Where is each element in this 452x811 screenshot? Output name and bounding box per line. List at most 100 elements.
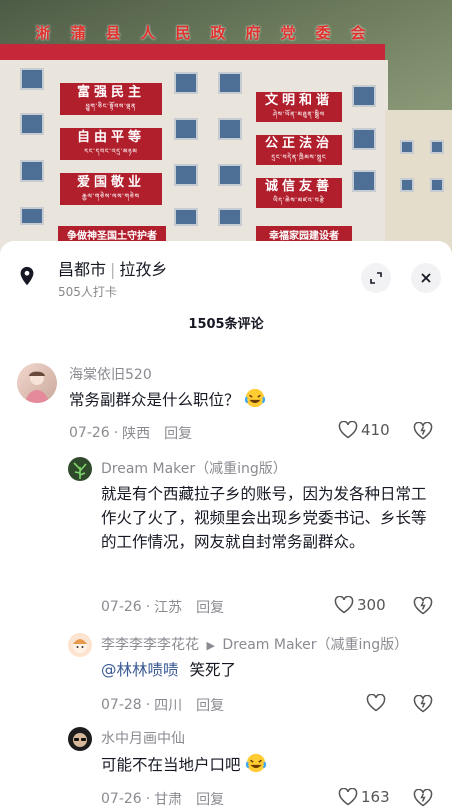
window: [20, 68, 44, 90]
expand-button[interactable]: [361, 263, 391, 293]
like-count: 163: [361, 788, 390, 806]
window: [218, 164, 242, 186]
slogan-text: 富强民主: [76, 85, 145, 100]
comment-reply-item: 李李李李李花花 ▶ Dream Maker（减重ing版） @林林啧啧 笑死了 …: [0, 631, 452, 723]
plant-avatar-icon: [73, 462, 87, 479]
avatar[interactable]: [68, 727, 92, 751]
avatar[interactable]: [17, 363, 57, 403]
dislike-button[interactable]: [413, 695, 433, 713]
window: [352, 85, 376, 107]
slogan-tibetan: རང་དབང་འདྲ་མཉམ: [84, 148, 138, 155]
location-title: 昌都市 | 拉孜乡: [58, 259, 167, 281]
comment-region: 甘肃: [154, 792, 183, 808]
comment-date: 07-28: [101, 697, 142, 713]
comment-body: 常务副群众是什么职位？: [69, 391, 240, 409]
meta-separator: ·: [145, 697, 151, 713]
roof-sign-char: 委: [315, 23, 332, 42]
slogan-banner-right: 幸福家园建设者: [256, 226, 352, 242]
like-count: 410: [361, 421, 390, 439]
dislike-button[interactable]: [413, 597, 433, 615]
reply-button[interactable]: 回复: [164, 423, 192, 443]
comment-date: 07-26: [69, 425, 110, 441]
roof-sign-char: 会: [350, 23, 367, 42]
laughing-crying-icon: [245, 388, 266, 408]
heart-icon: [366, 694, 386, 712]
cartoon-avatar-icon: [73, 639, 87, 653]
avatar[interactable]: [68, 633, 92, 657]
comment-username[interactable]: 李李李李李花花: [101, 637, 199, 653]
slogan-text: 自由平等: [76, 130, 145, 145]
slogan-text: 公正法治: [264, 136, 333, 151]
expand-icon: [370, 272, 382, 284]
roof-sign-char: 党: [280, 23, 297, 42]
slogan-plate: 公正法治 དྲང་བདེན་ཁྲིམས་སྲུང: [256, 135, 342, 165]
slogan-plate: 诚信友善 ཡིད་ཆེས་མཛའ་བརྩེ: [256, 178, 342, 208]
comment-username[interactable]: 海棠依旧520: [69, 364, 152, 384]
window: [174, 164, 198, 186]
comment-meta: 07-26 · 江苏 回复: [101, 597, 224, 617]
comment-sheet: 昌都市 | 拉孜乡 505人打卡 1505条评论 海棠依旧520 常务副群众是什么职…: [0, 241, 452, 811]
window: [400, 140, 414, 154]
slogan-plate: 爱国敬业 རྒྱལ་གཅེས་ལས་གཅེས: [60, 173, 162, 205]
location-text: 昌都市 | 拉孜乡 505人打卡: [58, 259, 167, 300]
dislike-button[interactable]: [413, 422, 433, 440]
window: [400, 178, 414, 192]
window: [20, 207, 44, 225]
window: [352, 128, 376, 150]
slogan-text: 文明和谐: [264, 93, 333, 108]
slogan-tibetan: རྒྱལ་གཅེས་ལས་གཅེས: [82, 193, 140, 200]
comment-username[interactable]: 水中月画中仙: [101, 728, 185, 748]
slogan-tibetan: ཕྱུག་ཅིང་སྟོབས་ལྡན: [85, 103, 137, 110]
background-photo: 淅 蒲 县 人 民 政 府 党 委 会 富强民主 ཕྱུག་ཅིང་སྟོབས་…: [0, 0, 452, 255]
roof-sign-char: 府: [245, 23, 262, 42]
roof-sign-char: 民: [175, 23, 192, 42]
like-button[interactable]: 410: [338, 421, 390, 439]
window: [430, 178, 444, 192]
comment-body: 就是有个西藏拉子乡的账号，因为发各种日常工作火了火了，视频里会出现乡党委书记、乡…: [101, 485, 427, 551]
like-button[interactable]: 163: [338, 788, 390, 806]
like-count: 300: [357, 596, 386, 614]
window: [218, 208, 242, 226]
comment-region: 四川: [154, 698, 183, 714]
roof-sign-char: 蒲: [70, 23, 87, 42]
meta-separator: ·: [113, 425, 119, 441]
roof-sign-char: 政: [210, 23, 227, 42]
window: [20, 160, 44, 182]
roof-sign-char: 人: [140, 23, 157, 42]
reply-button[interactable]: 回复: [196, 597, 224, 617]
slogan-plate: 富强民主 ཕྱུག་ཅིང་སྟོབས་ལྡན: [60, 83, 162, 115]
reply-to-username[interactable]: Dream Maker（减重ing版）: [222, 637, 408, 653]
location-header[interactable]: 昌都市 | 拉孜乡 505人打卡: [16, 259, 167, 300]
comment-meta: 07-26 · 陕西 回复: [69, 423, 192, 443]
avatar[interactable]: [68, 457, 92, 481]
like-button[interactable]: 300: [334, 596, 386, 614]
avatar-image-icon: [25, 371, 49, 403]
heart-icon: [334, 596, 354, 614]
comment-region: 陕西: [122, 426, 151, 442]
close-icon: [421, 273, 431, 283]
meta-separator: ·: [145, 599, 151, 615]
comment-date: 07-26: [101, 791, 142, 807]
close-button[interactable]: [411, 263, 441, 293]
heart-icon: [338, 788, 358, 806]
reply-button[interactable]: 回复: [196, 695, 224, 715]
heart-icon: [338, 421, 358, 439]
slogan-tibetan: ཤེས་ཡོན་མཐུན་སྒྲིལ: [272, 111, 326, 118]
comment-username[interactable]: Dream Maker（减重ing版）: [101, 458, 287, 478]
window: [174, 72, 198, 94]
mention-link[interactable]: @林林啧啧: [101, 661, 179, 679]
like-button[interactable]: [366, 694, 389, 712]
roof-sign-char: 淅: [35, 23, 52, 42]
comment-body: 笑死了: [189, 661, 236, 679]
slogan-banner-left: 争做神圣国土守护者: [58, 226, 166, 242]
location-separator: |: [110, 260, 116, 279]
reply-button[interactable]: 回复: [196, 789, 224, 809]
window: [430, 140, 444, 154]
location-city: 昌都市: [58, 260, 107, 279]
comment-meta: 07-28 · 四川 回复: [101, 695, 224, 715]
laughing-crying-icon: [246, 753, 267, 773]
location-township: 拉孜乡: [119, 260, 168, 279]
roof-sign: 淅 蒲 县 人 民 政 府 党 委 会: [26, 14, 376, 50]
dislike-button[interactable]: [413, 789, 433, 807]
reply-arrow-icon: ▶: [206, 639, 215, 652]
